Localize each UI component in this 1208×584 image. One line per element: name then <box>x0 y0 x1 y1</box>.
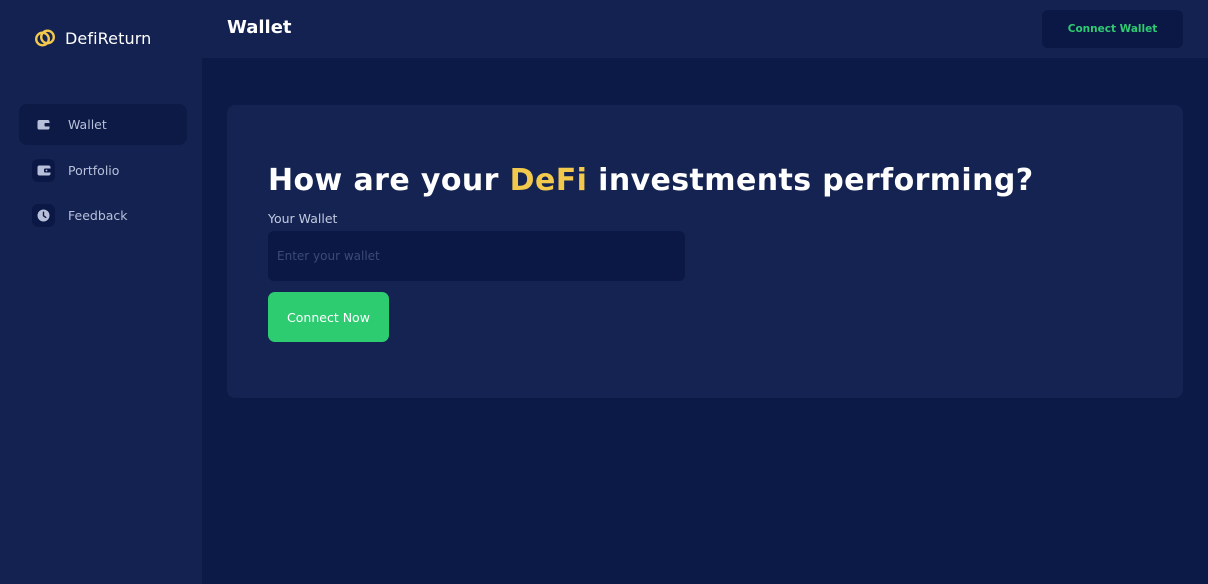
headline-accent: DeFi <box>509 163 588 198</box>
app-root: DefiReturn Wallet Portfolio Feedback Wal… <box>0 0 1208 584</box>
brand[interactable]: DefiReturn <box>34 27 151 49</box>
headline: How are your DeFi investments performing… <box>268 163 1034 198</box>
sidebar-nav: Wallet Portfolio Feedback <box>19 104 187 241</box>
wallet-input[interactable] <box>268 231 685 281</box>
wallet-icon <box>32 113 55 136</box>
top-header: Wallet Connect Wallet <box>202 0 1208 58</box>
page-title: Wallet <box>227 17 292 38</box>
headline-after: investments performing? <box>587 163 1034 198</box>
wallet-card: How are your DeFi investments performing… <box>227 105 1183 398</box>
connect-wallet-button[interactable]: Connect Wallet <box>1042 10 1183 48</box>
clock-icon <box>32 204 55 227</box>
sidebar-item-label: Portfolio <box>68 162 120 178</box>
brand-name: DefiReturn <box>65 28 152 48</box>
sidebar-item-wallet[interactable]: Wallet <box>19 104 187 145</box>
portfolio-icon <box>32 158 55 182</box>
sidebar-item-feedback[interactable]: Feedback <box>19 195 187 236</box>
connect-now-button[interactable]: Connect Now <box>268 292 389 342</box>
headline-before: How are your <box>268 163 510 198</box>
sidebar: DefiReturn Wallet Portfolio Feedback <box>0 0 202 584</box>
wallet-field-label: Your Wallet <box>268 211 338 226</box>
sidebar-item-label: Wallet <box>68 117 107 132</box>
linked-rings-icon <box>34 29 56 47</box>
sidebar-item-label: Feedback <box>68 208 128 223</box>
sidebar-item-portfolio[interactable]: Portfolio <box>19 150 187 191</box>
